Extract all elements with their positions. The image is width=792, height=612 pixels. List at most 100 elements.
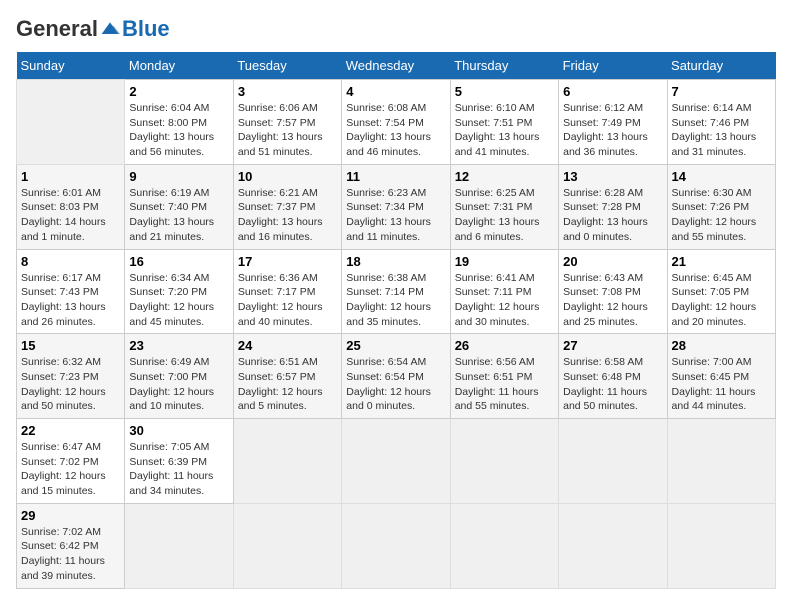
weekday-header-wednesday: Wednesday xyxy=(342,52,450,80)
calendar-day-9: 9Sunrise: 6:19 AMSunset: 7:40 PMDaylight… xyxy=(125,164,233,249)
day-info: Sunrise: 6:06 AMSunset: 7:57 PMDaylight:… xyxy=(238,102,323,158)
calendar-day-6: 6 Sunrise: 6:12 AMSunset: 7:49 PMDaylight… xyxy=(559,80,667,165)
day-info: Sunrise: 6:25 AMSunset: 7:31 PMDaylight:… xyxy=(455,187,540,243)
empty-cell xyxy=(17,80,125,165)
empty-cell xyxy=(125,503,233,588)
weekday-header-monday: Monday xyxy=(125,52,233,80)
calendar-day-11: 11Sunrise: 6:23 AMSunset: 7:34 PMDayligh… xyxy=(342,164,450,249)
day-number: 15 xyxy=(21,338,120,353)
empty-cell xyxy=(559,419,667,504)
day-info: Sunrise: 6:10 AMSunset: 7:51 PMDaylight:… xyxy=(455,102,540,158)
calendar-day-21: 21 Sunrise: 6:45 AMSunset: 7:05 PMDayligh… xyxy=(667,249,775,334)
day-number: 19 xyxy=(455,254,554,269)
day-number: 5 xyxy=(455,84,554,99)
weekday-header-saturday: Saturday xyxy=(667,52,775,80)
day-number: 12 xyxy=(455,169,554,184)
day-number: 25 xyxy=(346,338,445,353)
empty-cell xyxy=(233,419,341,504)
day-info: Sunrise: 6:34 AMSunset: 7:20 PMDaylight:… xyxy=(129,272,214,328)
calendar-day-23: 23Sunrise: 6:49 AMSunset: 7:00 PMDayligh… xyxy=(125,334,233,419)
day-info: Sunrise: 6:47 AMSunset: 7:02 PMDaylight:… xyxy=(21,441,106,497)
logo-blue: Blue xyxy=(122,16,170,42)
calendar-week-row-3: 15Sunrise: 6:32 AMSunset: 7:23 PMDayligh… xyxy=(17,334,776,419)
empty-cell xyxy=(559,503,667,588)
empty-cell xyxy=(342,419,450,504)
day-number: 2 xyxy=(129,84,228,99)
weekday-header-tuesday: Tuesday xyxy=(233,52,341,80)
day-info: Sunrise: 6:38 AMSunset: 7:14 PMDaylight:… xyxy=(346,272,431,328)
day-info: Sunrise: 6:49 AMSunset: 7:00 PMDaylight:… xyxy=(129,356,214,412)
calendar-day-16: 16 Sunrise: 6:34 AMSunset: 7:20 PMDayligh… xyxy=(125,249,233,334)
calendar-day-7: 7 Sunrise: 6:14 AMSunset: 7:46 PMDaylight… xyxy=(667,80,775,165)
day-number: 22 xyxy=(21,423,120,438)
calendar-day-17: 17 Sunrise: 6:36 AMSunset: 7:17 PMDayligh… xyxy=(233,249,341,334)
day-number: 11 xyxy=(346,169,445,184)
calendar-week-row-4: 22 Sunrise: 6:47 AMSunset: 7:02 PMDayligh… xyxy=(17,419,776,504)
logo: General Blue xyxy=(16,16,170,42)
day-info: Sunrise: 6:41 AMSunset: 7:11 PMDaylight:… xyxy=(455,272,540,328)
day-number: 6 xyxy=(563,84,662,99)
day-number: 17 xyxy=(238,254,337,269)
calendar-day-14: 14Sunrise: 6:30 AMSunset: 7:26 PMDayligh… xyxy=(667,164,775,249)
calendar-day-24: 24Sunrise: 6:51 AMSunset: 6:57 PMDayligh… xyxy=(233,334,341,419)
day-number: 3 xyxy=(238,84,337,99)
day-info: Sunrise: 6:36 AMSunset: 7:17 PMDaylight:… xyxy=(238,272,323,328)
day-info: Sunrise: 6:01 AMSunset: 8:03 PMDaylight:… xyxy=(21,187,106,243)
page-header: General Blue xyxy=(16,16,776,42)
day-number: 16 xyxy=(129,254,228,269)
calendar-day-3: 3 Sunrise: 6:06 AMSunset: 7:57 PMDaylight… xyxy=(233,80,341,165)
empty-cell xyxy=(450,419,558,504)
calendar-table: SundayMondayTuesdayWednesdayThursdayFrid… xyxy=(16,52,776,589)
empty-cell xyxy=(342,503,450,588)
calendar-day-20: 20 Sunrise: 6:43 AMSunset: 7:08 PMDayligh… xyxy=(559,249,667,334)
calendar-day-5: 5 Sunrise: 6:10 AMSunset: 7:51 PMDaylight… xyxy=(450,80,558,165)
day-number: 21 xyxy=(672,254,771,269)
day-number: 13 xyxy=(563,169,662,184)
day-number: 30 xyxy=(129,423,228,438)
calendar-week-row-1: 1 Sunrise: 6:01 AMSunset: 8:03 PMDaylight… xyxy=(17,164,776,249)
calendar-week-row-5: 29Sunrise: 7:02 AMSunset: 6:42 PMDayligh… xyxy=(17,503,776,588)
day-number: 7 xyxy=(672,84,771,99)
day-number: 29 xyxy=(21,508,120,523)
day-info: Sunrise: 6:58 AMSunset: 6:48 PMDaylight:… xyxy=(563,356,647,412)
day-info: Sunrise: 6:21 AMSunset: 7:37 PMDaylight:… xyxy=(238,187,323,243)
empty-cell xyxy=(667,419,775,504)
day-info: Sunrise: 7:05 AMSunset: 6:39 PMDaylight:… xyxy=(129,441,213,497)
calendar-week-row-0: 2Sunrise: 6:04 AMSunset: 8:00 PMDaylight… xyxy=(17,80,776,165)
calendar-day-27: 27Sunrise: 6:58 AMSunset: 6:48 PMDayligh… xyxy=(559,334,667,419)
day-number: 28 xyxy=(672,338,771,353)
day-info: Sunrise: 6:45 AMSunset: 7:05 PMDaylight:… xyxy=(672,272,757,328)
empty-cell xyxy=(233,503,341,588)
weekday-header-sunday: Sunday xyxy=(17,52,125,80)
calendar-day-13: 13 Sunrise: 6:28 AMSunset: 7:28 PMDayligh… xyxy=(559,164,667,249)
day-number: 8 xyxy=(21,254,120,269)
day-info: Sunrise: 6:19 AMSunset: 7:40 PMDaylight:… xyxy=(129,187,214,243)
calendar-day-4: 4Sunrise: 6:08 AMSunset: 7:54 PMDaylight… xyxy=(342,80,450,165)
calendar-week-row-2: 8 Sunrise: 6:17 AMSunset: 7:43 PMDaylight… xyxy=(17,249,776,334)
day-info: Sunrise: 6:17 AMSunset: 7:43 PMDaylight:… xyxy=(21,272,106,328)
day-info: Sunrise: 6:56 AMSunset: 6:51 PMDaylight:… xyxy=(455,356,539,412)
day-number: 4 xyxy=(346,84,445,99)
weekday-header-thursday: Thursday xyxy=(450,52,558,80)
calendar-day-10: 10Sunrise: 6:21 AMSunset: 7:37 PMDayligh… xyxy=(233,164,341,249)
day-info: Sunrise: 6:28 AMSunset: 7:28 PMDaylight:… xyxy=(563,187,648,243)
day-info: Sunrise: 7:00 AMSunset: 6:45 PMDaylight:… xyxy=(672,356,756,412)
calendar-day-19: 19 Sunrise: 6:41 AMSunset: 7:11 PMDayligh… xyxy=(450,249,558,334)
calendar-day-25: 25 Sunrise: 6:54 AMSunset: 6:54 PMDayligh… xyxy=(342,334,450,419)
day-info: Sunrise: 6:54 AMSunset: 6:54 PMDaylight:… xyxy=(346,356,431,412)
calendar-day-12: 12 Sunrise: 6:25 AMSunset: 7:31 PMDayligh… xyxy=(450,164,558,249)
calendar-day-30: 30 Sunrise: 7:05 AMSunset: 6:39 PMDayligh… xyxy=(125,419,233,504)
day-info: Sunrise: 6:43 AMSunset: 7:08 PMDaylight:… xyxy=(563,272,648,328)
logo-general: General xyxy=(16,16,98,42)
calendar-day-2: 2Sunrise: 6:04 AMSunset: 8:00 PMDaylight… xyxy=(125,80,233,165)
logo-icon xyxy=(100,19,120,39)
calendar-day-29: 29Sunrise: 7:02 AMSunset: 6:42 PMDayligh… xyxy=(17,503,125,588)
day-number: 1 xyxy=(21,169,120,184)
empty-cell xyxy=(450,503,558,588)
day-number: 20 xyxy=(563,254,662,269)
day-info: Sunrise: 6:51 AMSunset: 6:57 PMDaylight:… xyxy=(238,356,323,412)
day-number: 14 xyxy=(672,169,771,184)
day-info: Sunrise: 6:12 AMSunset: 7:49 PMDaylight:… xyxy=(563,102,648,158)
day-info: Sunrise: 6:14 AMSunset: 7:46 PMDaylight:… xyxy=(672,102,757,158)
empty-cell xyxy=(667,503,775,588)
